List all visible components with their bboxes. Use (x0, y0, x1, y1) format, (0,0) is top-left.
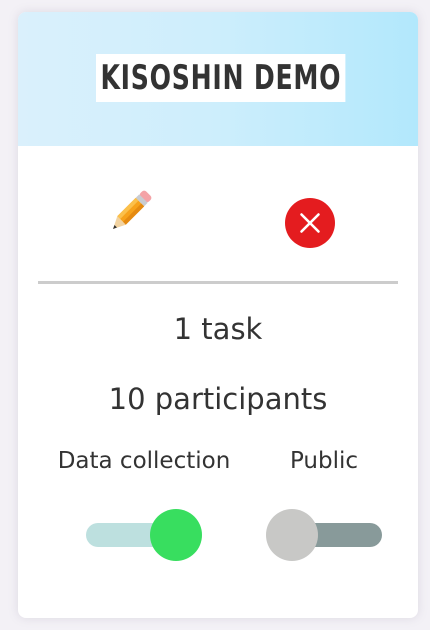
project-title: KISOSHIN DEMO (96, 54, 346, 102)
data-collection-toggle[interactable] (86, 508, 204, 562)
project-card: KISOSHIN DEMO 1 task 10 participants Dat… (18, 12, 418, 618)
card-header: KISOSHIN DEMO (18, 12, 418, 146)
public-toggle[interactable] (266, 508, 384, 562)
pencil-icon (113, 190, 152, 229)
close-icon (285, 198, 335, 248)
edit-button[interactable] (102, 184, 158, 240)
data-collection-label: Data collection (57, 448, 231, 474)
delete-button[interactable] (285, 198, 335, 248)
divider (38, 281, 398, 284)
public-label: Public (289, 448, 359, 474)
toggle-knob (150, 509, 202, 561)
toggle-knob (266, 509, 318, 561)
participant-count: 10 participants (108, 382, 328, 416)
task-count: 1 task (173, 312, 263, 346)
